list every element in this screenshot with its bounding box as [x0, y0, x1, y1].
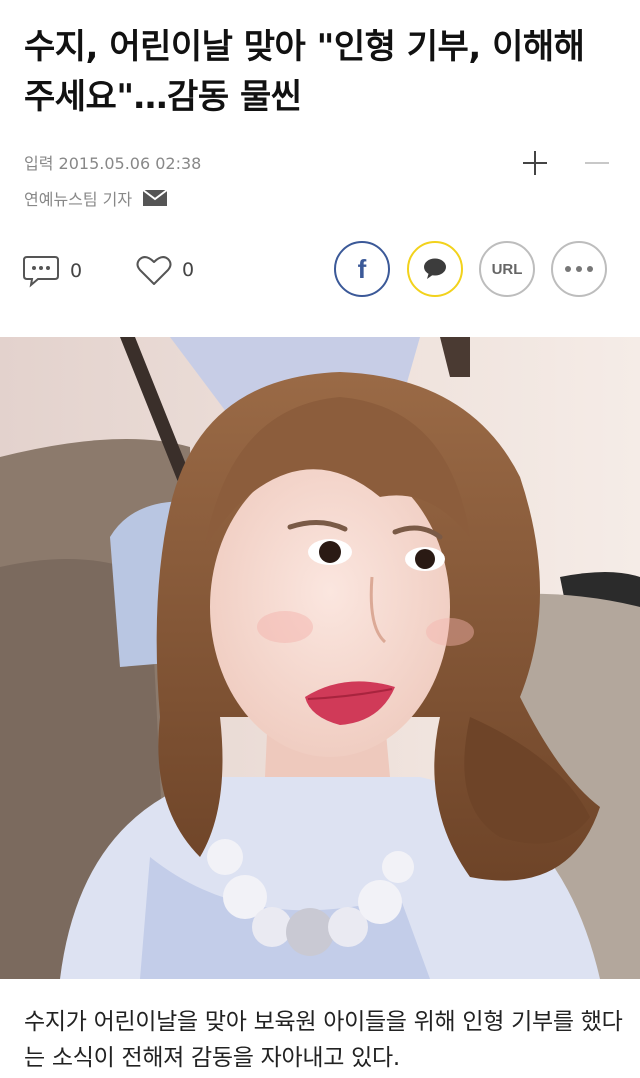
portrait-photo	[0, 337, 640, 979]
facebook-share-button[interactable]: f	[334, 241, 390, 297]
comment-count: 0	[70, 260, 83, 282]
article-headline: 수지, 어린이날 맞아 "인형 기부, 이해해 주세요"…감동 물씬	[24, 27, 585, 117]
comment-icon	[23, 256, 59, 288]
plus-icon	[523, 151, 547, 175]
author-line: 연예뉴스팀 기자	[24, 186, 168, 210]
like-count: 0	[182, 259, 195, 281]
copy-url-button[interactable]: URL	[479, 241, 535, 297]
kakao-talk-icon	[424, 258, 446, 279]
heart-icon	[136, 256, 172, 285]
more-icon	[565, 266, 593, 272]
article-photo	[0, 337, 640, 979]
action-bar: 0 0 f URL	[0, 240, 640, 302]
facebook-icon: f	[357, 254, 367, 284]
kakaotalk-share-button[interactable]	[407, 241, 463, 297]
article-body: 수지가 어린이날을 맞아 보육원 아이들을 위해 인형 기부를 했다는 소식이 …	[24, 1009, 623, 1071]
font-decrease-button[interactable]	[580, 146, 614, 180]
font-increase-button[interactable]	[518, 146, 552, 180]
publish-date: 입력 2015.05.06 02:38	[24, 154, 202, 173]
like-button[interactable]: 0	[136, 254, 194, 286]
url-label: URL	[491, 260, 523, 278]
minus-icon	[585, 162, 609, 164]
mail-icon[interactable]	[142, 189, 168, 207]
author-name: 연예뉴스팀 기자	[24, 190, 133, 209]
more-share-button[interactable]	[551, 241, 607, 297]
comment-button[interactable]: 0	[22, 254, 82, 288]
